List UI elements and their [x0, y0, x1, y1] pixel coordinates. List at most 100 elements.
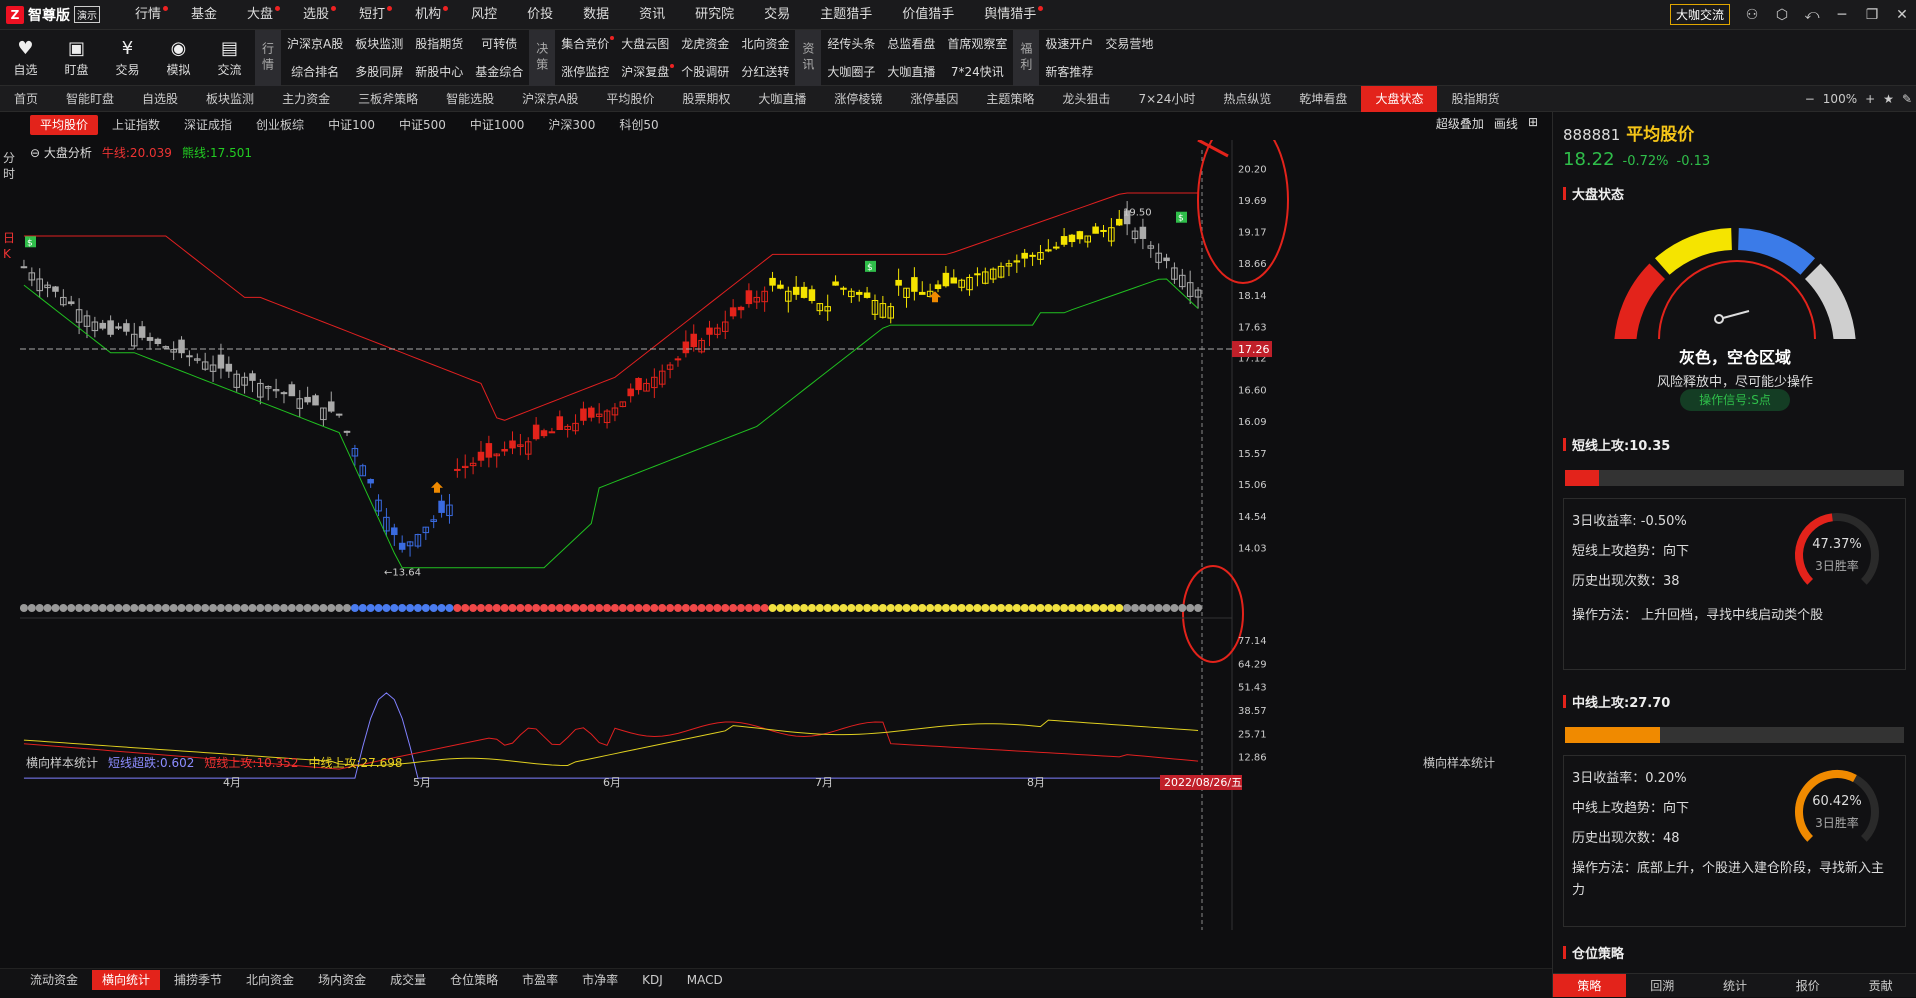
toolbar-link[interactable]: 大咖圈子 [821, 58, 881, 86]
minimize-icon[interactable]: ─ [1834, 7, 1850, 23]
toolbar-link[interactable]: 经传头条 [821, 30, 881, 58]
index-tab[interactable]: 上证指数 [102, 115, 170, 135]
nav-tab[interactable]: 主力资金 [268, 86, 344, 112]
toolbar-button[interactable]: ◉ 模拟 [153, 30, 204, 85]
menu-item[interactable]: 基金 [176, 0, 232, 30]
menu-item[interactable]: 价投 [512, 0, 568, 30]
nav-tab[interactable]: 热点纵览 [1209, 86, 1285, 112]
menu-item[interactable]: 研究院 [680, 0, 749, 30]
nav-tab[interactable]: 涨停基因 [896, 86, 972, 112]
nav-tab[interactable]: 首页 [0, 86, 52, 112]
zoom-in-icon[interactable]: + [1865, 92, 1875, 106]
panel-tab[interactable]: 策略 [1553, 974, 1626, 997]
menu-item[interactable]: 资讯 [624, 0, 680, 30]
nav-tab[interactable]: 股指期货 [1437, 86, 1513, 112]
index-tab[interactable]: 科创50 [609, 115, 668, 135]
nav-tab[interactable]: 涨停棱镜 [820, 86, 896, 112]
nav-tab[interactable]: 智能盯盘 [52, 86, 128, 112]
menu-item[interactable]: 数据 [568, 0, 624, 30]
toolbar-link[interactable]: 新股中心 [409, 58, 469, 86]
panel-tab[interactable]: 统计 [1699, 974, 1772, 997]
close-icon[interactable]: ✕ [1894, 7, 1910, 23]
menu-item[interactable]: 行情 [120, 0, 176, 30]
index-tab[interactable]: 中证100 [318, 115, 385, 135]
nav-tab[interactable]: 板块监测 [192, 86, 268, 112]
chart-area[interactable]: ⊖ 大盘分析 牛线:20.039 熊线:17.501 20.20 19.69 19.… [20, 140, 1550, 970]
daka-button[interactable]: 大咖交流 [1669, 4, 1730, 25]
toolbar-button[interactable]: ¥ 交易 [102, 30, 153, 85]
index-tab[interactable]: 中证500 [389, 115, 456, 135]
side-tab-daily[interactable]: 日K [0, 226, 20, 266]
indicator-tab[interactable]: 成交量 [380, 970, 436, 990]
menu-item[interactable]: 价值猎手 [887, 0, 969, 30]
draw-line-button[interactable]: 画线 [1494, 115, 1518, 132]
layout-icon[interactable]: ⊞ [1528, 115, 1538, 132]
signal-badge[interactable]: 操作信号:S点 [1680, 389, 1790, 411]
menu-item[interactable]: 舆情猎手 [969, 0, 1051, 30]
indicator-tab[interactable]: 北向资金 [236, 970, 304, 990]
toolbar-link[interactable]: 龙虎资金 [675, 30, 735, 58]
indicator-tab[interactable]: 流动资金 [20, 970, 88, 990]
nav-tab[interactable]: 主题策略 [972, 86, 1048, 112]
toolbar-link[interactable]: 沪深京A股 [281, 30, 349, 58]
nav-tab[interactable]: 股票期权 [668, 86, 744, 112]
toolbar-button[interactable]: ▣ 盯盘 [51, 30, 102, 85]
indicator-tab[interactable]: 横向统计 [92, 969, 161, 990]
toolbar-link[interactable]: 大盘云图 [615, 30, 675, 58]
indicator-tab[interactable]: 场内资金 [308, 970, 376, 990]
menu-item[interactable]: 主题猎手 [805, 0, 887, 30]
toolbar-link[interactable]: 总监看盘 [881, 30, 941, 58]
nav-tab[interactable]: 7×24小时 [1124, 86, 1209, 112]
nav-tab[interactable]: 平均股价 [592, 86, 668, 112]
nav-tab[interactable]: 自选股 [128, 86, 192, 112]
nav-tab[interactable]: 龙头狙击 [1048, 86, 1124, 112]
indicator-tab[interactable]: 捕捞季节 [164, 970, 232, 990]
menu-item[interactable]: 选股 [288, 0, 344, 30]
restore-icon[interactable]: ❐ [1864, 7, 1880, 23]
nav-tab[interactable]: 大盘状态 [1361, 85, 1438, 112]
toolbar-link[interactable]: 北向资金 [735, 30, 795, 58]
super-overlay-button[interactable]: 超级叠加 [1436, 115, 1484, 132]
toolbar-link[interactable]: 综合排名 [281, 58, 349, 86]
zoom-out-icon[interactable]: − [1805, 92, 1815, 106]
toolbar-link[interactable]: 首席观察室 [941, 30, 1013, 58]
nav-tab[interactable]: 沪深京A股 [508, 86, 592, 112]
index-tab[interactable]: 创业板综 [246, 115, 314, 135]
toolbar-link[interactable]: 沪深复盘 [615, 58, 675, 86]
index-tab[interactable]: 深证成指 [174, 115, 242, 135]
back-icon[interactable]: ⤺ [1804, 7, 1820, 23]
side-tab-minute[interactable]: 分时 [0, 146, 20, 186]
indicator-tab[interactable]: KDJ [632, 970, 673, 990]
nav-tab[interactable]: 大咖直播 [744, 86, 820, 112]
nav-tab[interactable]: 智能选股 [432, 86, 508, 112]
panel-tab[interactable]: 贡献 [1844, 974, 1916, 997]
nav-tab[interactable]: 乾坤看盘 [1285, 86, 1361, 112]
toolbar-link[interactable]: 新客推荐 [1039, 58, 1099, 86]
toolbar-link[interactable]: 可转债 [469, 30, 529, 58]
index-tab[interactable]: 中证1000 [460, 115, 535, 135]
index-tab[interactable]: 平均股价 [30, 115, 99, 135]
menu-item[interactable]: 短打 [344, 0, 400, 30]
toolbar-link[interactable]: 涨停监控 [555, 58, 615, 86]
toolbar-link[interactable]: 交易营地 [1099, 30, 1159, 58]
menu-item[interactable]: 机构 [400, 0, 456, 30]
user-icon[interactable]: ⚇ [1744, 7, 1760, 23]
toolbar-link[interactable]: 基金综合 [469, 58, 529, 86]
toolbar-link[interactable]: 多股同屏 [349, 58, 409, 86]
indicator-tab[interactable]: MACD [677, 970, 733, 990]
toolbar-button[interactable]: ▤ 交流 [204, 30, 255, 85]
toolbar-link[interactable]: 极速开户 [1039, 30, 1099, 58]
settings-icon[interactable]: ⬡ [1774, 7, 1790, 23]
star-icon[interactable]: ★ [1883, 92, 1894, 106]
menu-item[interactable]: 风控 [456, 0, 512, 30]
toolbar-button[interactable]: ♥ 自选 [0, 30, 51, 85]
indicator-tab[interactable]: 仓位策略 [440, 970, 508, 990]
indicator-tab[interactable]: 市净率 [572, 970, 628, 990]
toolbar-link[interactable]: 股指期货 [409, 30, 469, 58]
candlestick-chart[interactable]: 20.2019.6919.1718.6618.1417.6317.1216.60… [20, 140, 1550, 970]
toolbar-link[interactable]: 大咖直播 [881, 58, 941, 86]
menu-item[interactable]: 大盘 [232, 0, 288, 30]
toolbar-link[interactable]: 分红送转 [735, 58, 795, 86]
menu-item[interactable]: 交易 [749, 0, 805, 30]
index-tab[interactable]: 沪深300 [538, 115, 605, 135]
